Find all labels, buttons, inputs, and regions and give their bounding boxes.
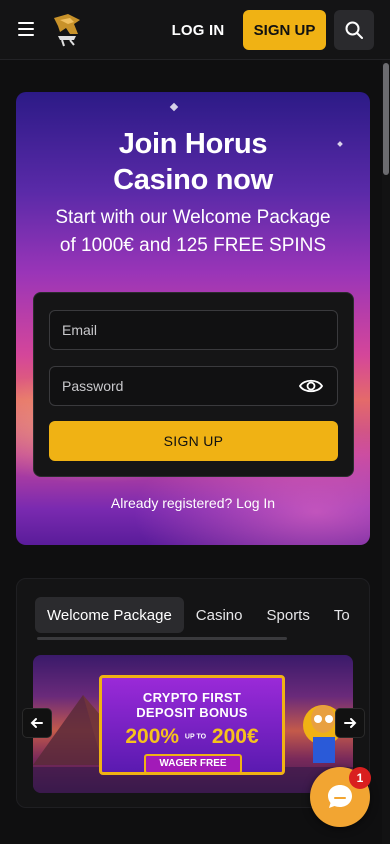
scrollbar-track[interactable] [382, 60, 390, 844]
hero-title: Join Horus Casino now [113, 128, 273, 196]
horus-logo[interactable] [50, 12, 84, 48]
search-button[interactable] [334, 10, 374, 50]
already-registered: Already registered? Log In [110, 495, 276, 511]
top-header: LOG IN SIGN UP [0, 0, 390, 60]
notification-badge: 1 [349, 767, 371, 789]
tabs-scrollbar[interactable] [37, 637, 287, 640]
arrow-left-icon [30, 718, 43, 728]
tab-welcome-package[interactable]: Welcome Package [35, 597, 184, 633]
hero-banner: Join Horus Casino now Start with our Wel… [16, 92, 370, 545]
menu-icon[interactable] [18, 22, 34, 36]
tab-more[interactable]: To [322, 597, 362, 633]
arrow-right-icon [344, 718, 357, 728]
carousel-next-button[interactable] [335, 708, 365, 738]
password-field[interactable] [49, 366, 338, 406]
tab-casino[interactable]: Casino [184, 597, 255, 633]
wager-free-badge: WAGER FREE [144, 754, 242, 774]
chat-bubble-icon [328, 785, 352, 808]
signup-button[interactable]: SIGN UP [243, 10, 326, 50]
promo-banner[interactable]: CRYPTO FIRST DEPOSIT BONUS 200% UP TO 20… [33, 655, 353, 793]
promo-tabs: Welcome Package Casino Sports To [35, 597, 362, 633]
form-signup-button[interactable]: SIGN UP [49, 421, 338, 461]
sparkle-icon [169, 102, 179, 112]
signup-form: SIGN UP [33, 292, 354, 477]
promotions-section: Welcome Package Casino Sports To CRYPTO … [16, 578, 370, 808]
eye-icon[interactable] [299, 377, 323, 395]
search-icon [345, 21, 363, 39]
carousel-prev-button[interactable] [22, 708, 52, 738]
hero-subtitle: Start with our Welcome Package of 1000€ … [55, 207, 331, 256]
email-field[interactable] [49, 310, 338, 350]
tab-sports[interactable]: Sports [255, 597, 322, 633]
scrollbar-thumb[interactable] [383, 63, 389, 175]
login-link[interactable]: Log In [236, 495, 275, 511]
login-button[interactable]: LOG IN [160, 10, 236, 50]
bonus-card: CRYPTO FIRST DEPOSIT BONUS 200% UP TO 20… [99, 675, 285, 775]
